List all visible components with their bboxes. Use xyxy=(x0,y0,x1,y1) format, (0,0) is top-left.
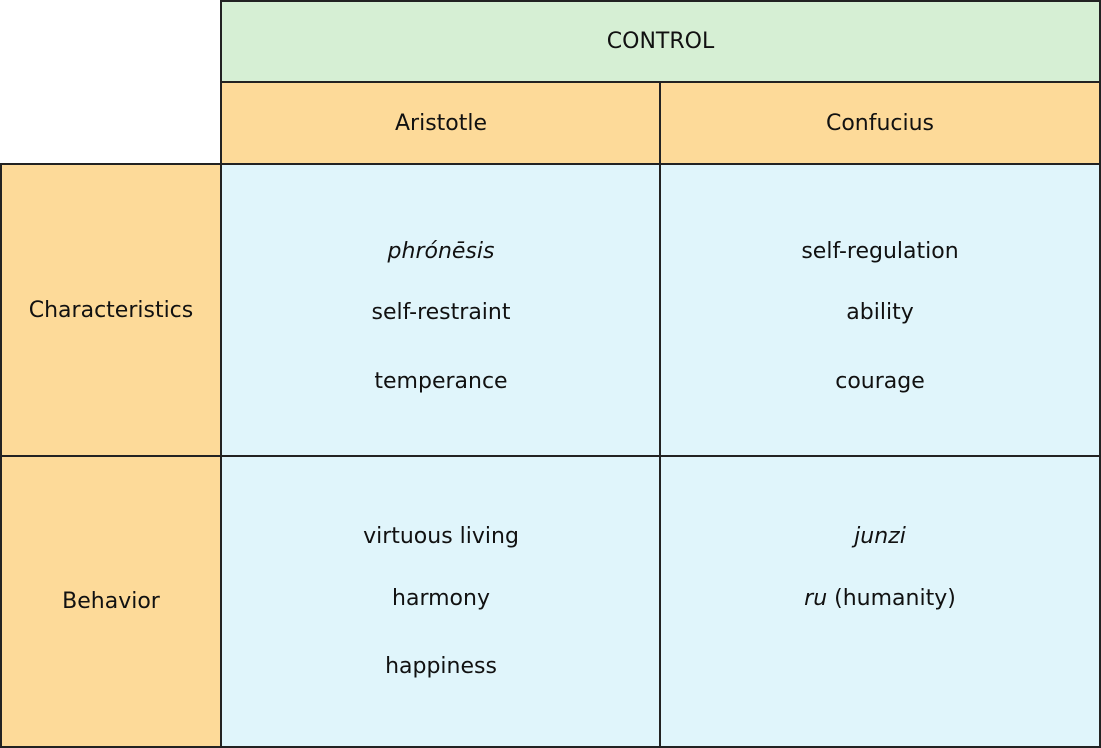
cell-item: ability xyxy=(846,300,914,325)
cell-item: virtuous living xyxy=(363,524,519,549)
cell-item: phrónēsis xyxy=(387,239,495,264)
cell-characteristics-confucius: self-regulation ability courage xyxy=(659,163,1101,457)
row-label: Behavior xyxy=(62,589,160,614)
cell-item-italic-term: ru xyxy=(804,586,828,611)
cell-item: junzi xyxy=(854,524,906,549)
column-label: Aristotle xyxy=(394,110,488,136)
column-header-confucius: Confucius xyxy=(659,81,1101,165)
row-label: Characteristics xyxy=(28,297,194,323)
cell-item: courage xyxy=(835,369,925,394)
cell-item: temperance xyxy=(374,369,508,394)
row-header-behavior: Behavior xyxy=(0,455,222,748)
cell-item: happiness xyxy=(385,654,497,679)
row-header-characteristics: Characteristics xyxy=(0,163,222,457)
cell-item: self-regulation xyxy=(801,239,959,264)
control-header-label: CONTROL xyxy=(606,29,715,54)
cell-item: harmony xyxy=(392,586,490,611)
cell-item: ru (humanity) xyxy=(661,586,1099,611)
cell-behavior-aristotle: virtuous living harmony happiness xyxy=(220,455,662,748)
cell-item-gloss: (humanity) xyxy=(827,586,956,611)
column-header-aristotle: Aristotle xyxy=(220,81,662,165)
cell-behavior-confucius: junzi ru (humanity) xyxy=(659,455,1101,748)
control-header: CONTROL xyxy=(220,0,1101,83)
column-label: Confucius xyxy=(825,110,935,136)
cell-characteristics-aristotle: phrónēsis self-restraint temperance xyxy=(220,163,662,457)
cell-item: self-restraint xyxy=(371,300,511,325)
